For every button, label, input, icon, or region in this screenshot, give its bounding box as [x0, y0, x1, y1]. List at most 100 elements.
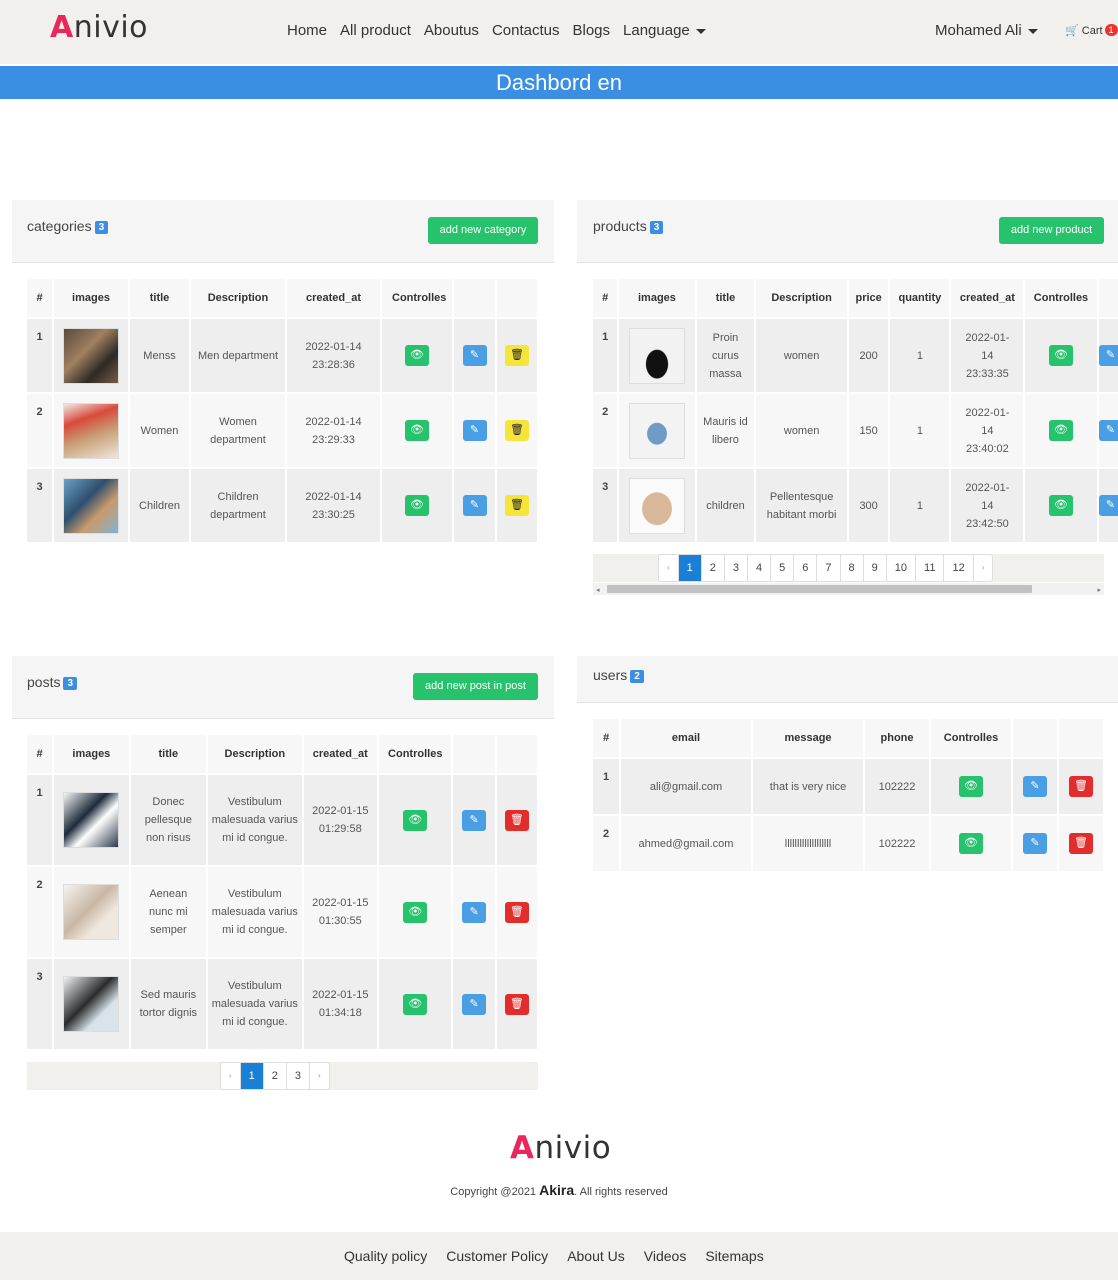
page-prev[interactable]: ‹: [659, 555, 679, 581]
user-phone: 102222: [865, 816, 929, 871]
products-panel-header: products 3 add new product: [577, 200, 1118, 263]
col-controls: Controlles: [1025, 279, 1097, 317]
row-number: 2: [27, 867, 53, 957]
user-phone: 102222: [865, 759, 929, 814]
edit-cell: ✎: [453, 867, 495, 957]
page-link[interactable]: 1: [240, 1063, 264, 1089]
page-link[interactable]: 4: [748, 555, 772, 581]
trash-icon[interactable]: 🗑: [505, 420, 529, 441]
col-message: message: [753, 719, 863, 757]
page-prev[interactable]: ‹: [221, 1063, 241, 1089]
eye-icon[interactable]: 👁: [959, 776, 983, 797]
table-row: 3 Sed mauris tortor dignis Vestibulum ma…: [27, 959, 537, 1049]
category-image: [54, 469, 128, 542]
pencil-icon[interactable]: ✎: [462, 809, 487, 831]
pencil-icon[interactable]: ✎: [1098, 345, 1118, 366]
footer-link-sitemaps[interactable]: Sitemaps: [705, 1248, 763, 1264]
pencil-icon[interactable]: ✎: [1023, 776, 1047, 797]
eye-icon[interactable]: 👁: [959, 833, 983, 854]
row-number: 2: [593, 816, 619, 871]
eye-icon[interactable]: 👁: [403, 993, 428, 1015]
product-image: [619, 394, 695, 467]
page-link[interactable]: 3: [725, 555, 749, 581]
page-link[interactable]: 11: [916, 555, 945, 581]
page-next[interactable]: ›: [974, 555, 993, 581]
row-number: 1: [593, 759, 619, 814]
product-created-at: 2022-01-14 23:33:35: [951, 319, 1024, 392]
eye-icon[interactable]: 👁: [403, 901, 428, 923]
page-link[interactable]: 8: [841, 555, 864, 581]
pencil-icon[interactable]: ✎: [1023, 833, 1047, 854]
edit-cell: ✎: [454, 469, 495, 542]
eye-icon[interactable]: 👁: [1048, 345, 1073, 366]
trash-icon[interactable]: 🗑: [504, 993, 529, 1015]
footer-link-videos[interactable]: Videos: [644, 1248, 687, 1264]
trash-icon[interactable]: 🗑: [1069, 833, 1093, 854]
add-post-button[interactable]: add new post in post: [413, 673, 538, 700]
pencil-icon[interactable]: ✎: [462, 420, 487, 441]
nav-blogs[interactable]: Blogs: [572, 22, 610, 39]
eye-icon[interactable]: 👁: [405, 345, 429, 366]
category-title: Women: [130, 394, 189, 467]
post-image: [54, 867, 129, 957]
trash-icon[interactable]: 🗑: [504, 809, 529, 831]
pencil-icon[interactable]: ✎: [462, 345, 487, 366]
nav-home[interactable]: Home: [287, 22, 327, 39]
footer-links: Quality policy Customer Policy About Us …: [344, 1248, 783, 1264]
copyright-text: Copyright @2021 Akira. All rights reserv…: [0, 1182, 1118, 1198]
col-title: title: [130, 735, 207, 773]
eye-icon[interactable]: 👁: [1048, 420, 1073, 441]
scroll-left-arrow-icon[interactable]: ◂: [596, 586, 600, 594]
trash-icon[interactable]: 🗑: [505, 345, 529, 366]
page-link[interactable]: 9: [864, 555, 887, 581]
product-title: Mauris id libero: [696, 394, 755, 467]
nav-contactus[interactable]: Contactus: [492, 22, 560, 39]
pencil-icon[interactable]: ✎: [1098, 495, 1118, 516]
footer-link-customer-policy[interactable]: Customer Policy: [446, 1248, 548, 1264]
pencil-icon[interactable]: ✎: [1098, 420, 1118, 441]
page-link[interactable]: 3: [287, 1063, 311, 1089]
pencil-icon[interactable]: ✎: [462, 495, 487, 516]
page-link[interactable]: 1: [678, 555, 702, 581]
page-link[interactable]: 5: [771, 555, 795, 581]
eye-icon[interactable]: 👁: [405, 420, 429, 441]
add-category-button[interactable]: add new category: [428, 217, 538, 244]
page-next[interactable]: ›: [310, 1063, 329, 1089]
copyright-brand[interactable]: Akira: [539, 1182, 574, 1198]
post-created-at: 2022-01-15 01:29:58: [303, 775, 378, 865]
pencil-icon[interactable]: ✎: [462, 993, 487, 1015]
trash-icon[interactable]: 🗑: [1069, 776, 1093, 797]
post-description: Vestibulum malesuada varius mi id congue…: [208, 867, 302, 957]
trash-icon[interactable]: 🗑: [504, 901, 529, 923]
posts-pagination: ‹ 1 2 3 ›: [220, 1062, 330, 1090]
product-quantity: 1: [890, 319, 950, 392]
horizontal-scrollbar[interactable]: ◂ ▸: [593, 583, 1104, 595]
cart-count-badge: 1: [1104, 24, 1118, 36]
footer-link-quality-policy[interactable]: Quality policy: [344, 1248, 427, 1264]
post-thumbnail: [63, 792, 120, 848]
page-link[interactable]: 2: [264, 1063, 287, 1089]
page-link[interactable]: 12: [944, 555, 974, 581]
footer-logo[interactable]: Anivio: [510, 1130, 611, 1166]
site-logo[interactable]: Anivio: [50, 10, 148, 45]
nav-language-dropdown[interactable]: Language: [623, 22, 706, 39]
trash-icon[interactable]: 🗑: [505, 495, 529, 516]
add-product-button[interactable]: add new product: [999, 217, 1104, 244]
chevron-down-icon: [1027, 28, 1038, 34]
pencil-icon[interactable]: ✎: [462, 901, 487, 923]
page-link[interactable]: 2: [702, 555, 725, 581]
page-link[interactable]: 6: [794, 555, 818, 581]
cart-link[interactable]: 🛒 Cart 1: [1065, 24, 1118, 37]
user-menu[interactable]: Mohamed Ali: [935, 22, 1038, 39]
eye-icon[interactable]: 👁: [405, 495, 429, 516]
footer-link-about-us[interactable]: About Us: [567, 1248, 625, 1264]
eye-icon[interactable]: 👁: [1048, 495, 1073, 516]
posts-title-text: posts: [27, 674, 61, 690]
page-link[interactable]: 10: [887, 555, 917, 581]
scroll-right-arrow-icon[interactable]: ▸: [1097, 586, 1101, 594]
nav-all-product[interactable]: All product: [340, 22, 411, 39]
page-link[interactable]: 7: [817, 555, 841, 581]
scrollbar-thumb[interactable]: [607, 585, 1032, 593]
eye-icon[interactable]: 👁: [403, 809, 428, 831]
nav-aboutus[interactable]: Aboutus: [424, 22, 479, 39]
